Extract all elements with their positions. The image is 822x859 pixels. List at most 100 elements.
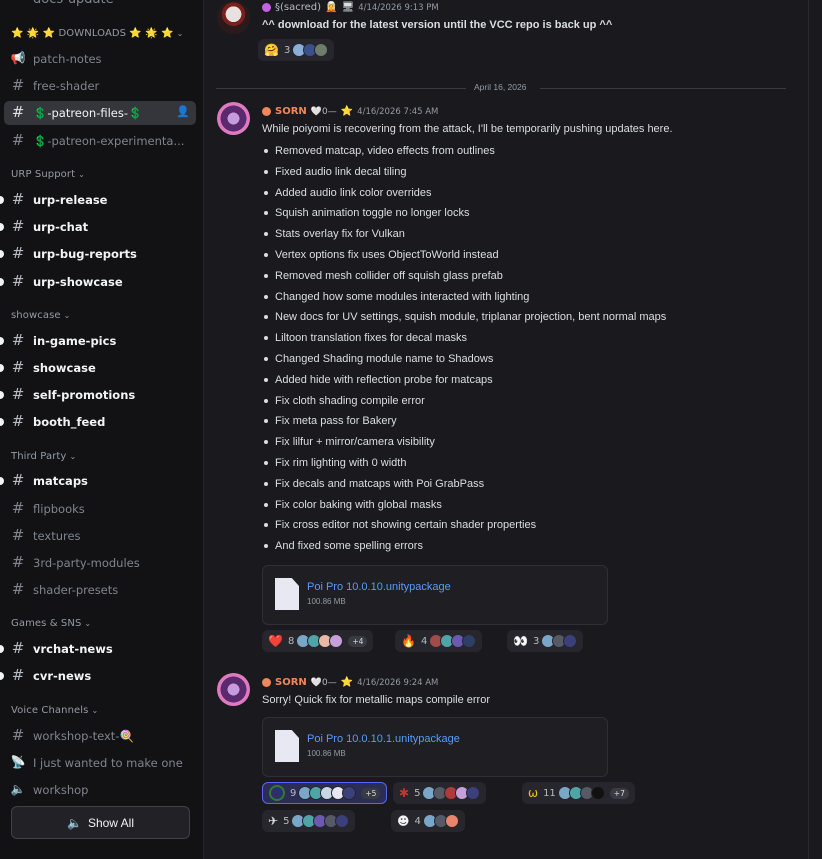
custom-emoji-icon: ω <box>528 786 539 800</box>
channel-label: flipbooks <box>33 502 85 516</box>
list-item: Changed how some modules interacted with… <box>262 288 666 309</box>
channel-self-promotions[interactable]: # self-promotions <box>0 383 196 407</box>
reaction-custom-4[interactable]: ✈ 5 <box>262 810 356 832</box>
file-download-link[interactable]: Poi Pro 10.0.10.unitypackage <box>307 581 451 593</box>
channel-i-just-wanted[interactable]: 📡 I just wanted to make one <box>4 751 196 775</box>
channel-in-game-pics[interactable]: # in-game-pics <box>0 329 196 353</box>
category-games-sns[interactable]: Games & SNS ⌄ <box>11 618 91 629</box>
category-downloads[interactable]: ⭐ 🌟 ⭐ DOWNLOADS ⭐ 🌟 ⭐ ⌄ <box>11 28 183 39</box>
channel-urp-bug-reports[interactable]: # urp-bug-reports <box>0 242 196 266</box>
hash-icon: # <box>11 358 25 376</box>
reaction-custom-1[interactable]: 9 +5 <box>262 782 388 804</box>
hash-icon: # <box>11 526 25 544</box>
reactor-avatars <box>291 814 350 828</box>
file-download-link[interactable]: Poi Pro 10.0.10.1.unitypackage <box>307 733 460 745</box>
message-header: SORN 🤍0— ⭐ 4/16/2026 7:45 AM <box>262 106 438 117</box>
list-item: Fix meta pass for Bakery <box>262 412 666 433</box>
hash-icon: # <box>11 217 25 235</box>
avatar[interactable] <box>217 102 250 135</box>
username[interactable]: SORN <box>275 106 307 117</box>
channel-label: self-promotions <box>33 388 136 402</box>
channel-patreon-experimental[interactable]: # 💲-patreon-experimenta... <box>4 129 196 153</box>
custom-emoji-icon: ✈ <box>268 814 279 828</box>
list-item: Vertex options fix uses ObjectToWorld in… <box>262 246 666 267</box>
channel-urp-chat[interactable]: # urp-chat <box>0 215 196 239</box>
reaction-custom-3[interactable]: ω 11 +7 <box>522 782 635 804</box>
role-icon <box>262 107 271 116</box>
channel-workshop-voice[interactable]: 🔈 workshop <box>4 778 196 802</box>
channel-label: shader-presets <box>33 583 119 597</box>
chevron-down-icon: ⌄ <box>84 619 92 628</box>
file-attachment: Poi Pro 10.0.10.1.unitypackage 100.86 MB <box>262 717 608 777</box>
username[interactable]: SORN <box>275 677 307 688</box>
chevron-down-icon: ⌄ <box>91 706 99 715</box>
category-showcase[interactable]: showcase ⌄ <box>11 310 70 321</box>
add-member-icon[interactable]: 👤 <box>176 105 190 118</box>
avatar[interactable] <box>217 1 250 34</box>
stage-icon: 📡 <box>10 755 26 769</box>
channel-showcase[interactable]: # showcase <box>0 356 196 380</box>
username[interactable]: §(sacred) <box>275 2 321 13</box>
show-all-button[interactable]: 🔈 Show All <box>11 806 190 839</box>
reaction-heart[interactable]: ❤️ 8 +4 <box>262 630 374 652</box>
changelog-list: Removed matcap, video effects from outli… <box>262 142 666 558</box>
more-reactors: +4 <box>348 635 368 647</box>
reactor-avatars <box>557 786 605 800</box>
category-urp-support[interactable]: URP Support ⌄ <box>11 169 85 180</box>
hash-icon: # <box>11 412 25 430</box>
list-item: Added audio link color overrides <box>262 184 666 205</box>
divider-line <box>540 88 786 89</box>
list-item: And fixed some spelling errors <box>262 537 666 558</box>
category-voice-channels[interactable]: Voice Channels ⌄ <box>11 705 98 716</box>
channel-docs-update-partial[interactable]: docs-update <box>33 0 114 7</box>
date-divider: April 16, 2026 <box>216 82 786 94</box>
channel-shader-presets[interactable]: # shader-presets <box>4 578 196 602</box>
reaction-custom-2[interactable]: ✱ 5 <box>393 782 487 804</box>
channel-patch-notes[interactable]: 📢 patch-notes <box>4 47 196 71</box>
chevron-down-icon: ⌄ <box>78 170 85 179</box>
channel-textures[interactable]: # textures <box>4 524 196 548</box>
hash-icon: # <box>11 103 25 121</box>
hash-icon: # <box>11 471 25 489</box>
channel-urp-release[interactable]: # urp-release <box>0 188 196 212</box>
message-text: While poiyomi is recovering from the att… <box>262 123 673 135</box>
channel-label: 💲-patreon-experimenta... <box>33 134 185 148</box>
chevron-down-icon: ⌄ <box>176 29 184 38</box>
reaction-custom-5[interactable]: ☻ 4 <box>391 810 465 832</box>
channel-label: workshop-text-🍭 <box>33 729 134 743</box>
channel-flipbooks[interactable]: # flipbooks <box>4 497 196 521</box>
channel-booth-feed[interactable]: # booth_feed <box>0 410 196 434</box>
reaction-eyes[interactable]: 👀 3 <box>507 630 584 652</box>
list-item: Liltoon translation fixes for decal mask… <box>262 329 666 350</box>
reaction[interactable]: 🤗 3 <box>258 39 335 61</box>
channel-cvr-news[interactable]: # cvr-news <box>0 664 196 688</box>
avatar[interactable] <box>217 673 250 706</box>
category-third-party[interactable]: Third Party ⌄ <box>11 451 76 462</box>
channel-free-shader[interactable]: # free-shader <box>4 74 196 98</box>
monitor-icon: 🖥 <box>341 2 355 13</box>
channel-3rd-party-modules[interactable]: #3rd-party-modules <box>4 551 196 575</box>
divider-line <box>216 88 466 89</box>
list-item: Fixed audio link decal tiling <box>262 163 666 184</box>
list-item: New docs for UV settings, squish module,… <box>262 308 666 329</box>
channel-workshop-text[interactable]: # workshop-text-🍭 <box>4 724 196 748</box>
channel-label: urp-release <box>33 193 108 207</box>
channel-patreon-files[interactable]: # 💲-patreon-files-💲 👤 <box>4 101 196 125</box>
chevron-down-icon: ⌄ <box>69 452 77 461</box>
channel-vrchat-news[interactable]: # vrchat-news <box>0 637 196 661</box>
reaction-count: 3 <box>283 44 291 56</box>
file-attachment: Poi Pro 10.0.10.unitypackage 100.86 MB <box>262 565 608 625</box>
reactor-avatars <box>296 634 344 648</box>
channel-urp-showcase[interactable]: # urp-showcase <box>0 270 196 294</box>
list-item: Fix color baking with global masks <box>262 496 666 517</box>
hash-icon: # <box>11 553 25 571</box>
reaction-fire[interactable]: 🔥 4 <box>395 630 483 652</box>
more-reactors: +5 <box>361 787 381 799</box>
channel-matcaps[interactable]: # matcaps <box>0 469 196 493</box>
list-item: Fix cloth shading compile error <box>262 392 666 413</box>
category-label: ⭐ 🌟 ⭐ DOWNLOADS ⭐ 🌟 ⭐ <box>11 28 174 39</box>
channel-label: urp-showcase <box>33 275 123 289</box>
category-label: showcase <box>11 310 61 321</box>
channel-label: in-game-pics <box>33 334 117 348</box>
reactor-avatars <box>429 634 477 648</box>
